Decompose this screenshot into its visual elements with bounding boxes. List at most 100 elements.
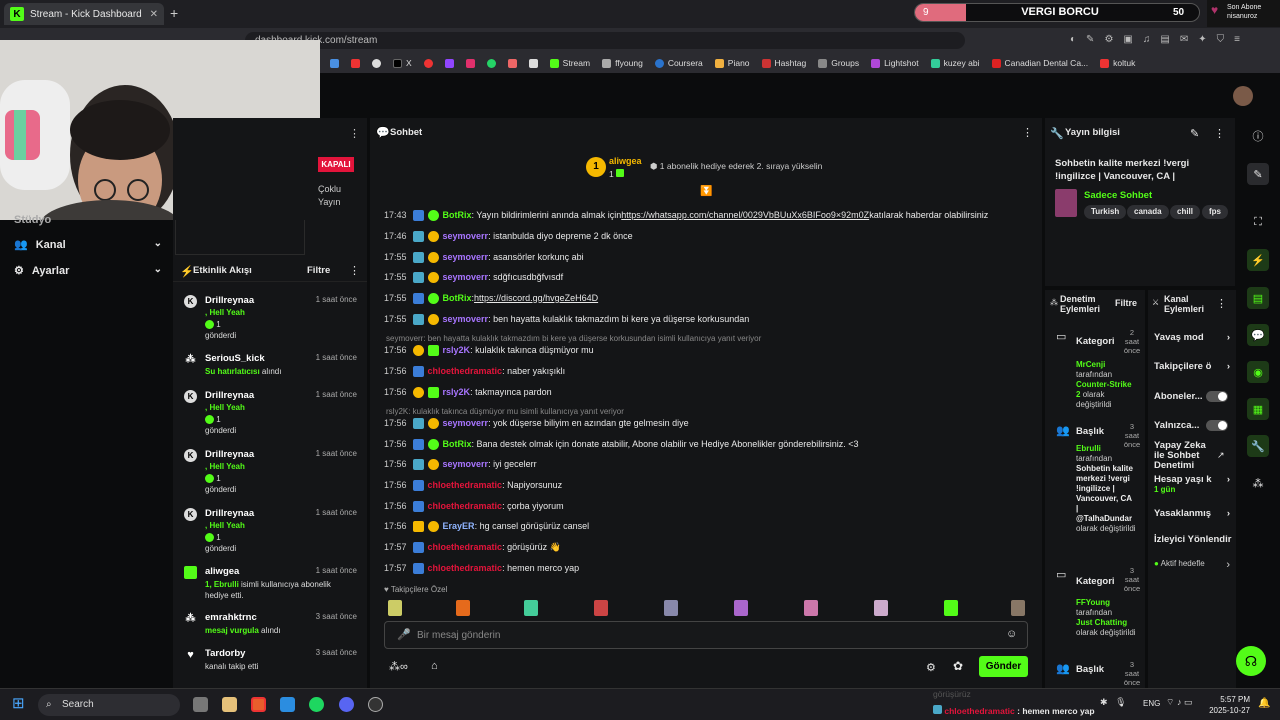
info-icon[interactable]: ⓘ — [1247, 125, 1269, 147]
extension-icon[interactable]: ✦ — [1198, 34, 1206, 45]
chat-message[interactable]: 17:56 ErayER: hg cansel görüşürüz cansel — [384, 518, 589, 534]
chat-message[interactable]: 17:56 rsly2K: takmayınca pardon — [384, 384, 552, 400]
bookmark[interactable] — [372, 58, 381, 68]
tag[interactable]: chill — [1170, 205, 1201, 219]
bookmark[interactable] — [528, 58, 538, 68]
chat-username[interactable]: chloethedramatic — [428, 366, 503, 376]
chat-message[interactable]: 17:56 chloethedramatic: naber yakışıklı — [384, 363, 565, 379]
more-icon[interactable]: ⋮ — [1214, 127, 1225, 140]
sidebar-icon[interactable]: ▤ — [1160, 34, 1169, 45]
chat-username[interactable]: rsly2K — [443, 345, 471, 355]
action-emotes-only[interactable]: Yalnızca... — [1154, 420, 1232, 431]
chat-username[interactable]: seymoverr — [443, 272, 489, 282]
infinity-icon[interactable]: ⁂∞ — [389, 660, 408, 673]
photos-icon[interactable] — [280, 697, 295, 712]
notification-icon[interactable]: 🔔 — [1258, 698, 1270, 709]
language-indicator[interactable]: ENG — [1143, 699, 1160, 708]
chat-message[interactable]: 17:56 seymoverr: yok düşerse biliyim en a… — [384, 415, 689, 431]
chat-username[interactable]: seymoverr — [443, 314, 489, 324]
bookmark-lightshot[interactable]: Lightshot — [871, 58, 919, 68]
action-raid[interactable]: İzleyici Yönlendir — [1154, 534, 1236, 545]
windows-start-icon[interactable]: ⊞ — [12, 696, 28, 712]
chat-username[interactable]: seymoverr — [443, 418, 489, 428]
support-chat-button[interactable]: ☊ — [1236, 646, 1266, 676]
share-icon[interactable]: ⁂ — [1247, 472, 1269, 494]
task-view-icon[interactable] — [193, 697, 208, 712]
chat-username[interactable]: BotRix — [443, 439, 472, 449]
menu-icon[interactable]: ≡ — [1234, 34, 1240, 45]
scroll-down-icon[interactable]: ⏬ — [700, 186, 712, 197]
chat-username[interactable]: seymoverr — [443, 252, 489, 262]
bookmark-groups[interactable]: Groups — [818, 58, 859, 68]
notes-icon[interactable]: ▤ — [1247, 287, 1269, 309]
emote-icon[interactable] — [1011, 600, 1025, 616]
emote-icon[interactable] — [388, 600, 402, 616]
chat-message[interactable]: 17:55 BotRix: https://discord.gg/hvgeZeH6… — [384, 290, 598, 306]
message-link[interactable]: https://whatsapp.com/channel/0029VbBUuXx… — [621, 210, 869, 220]
emote-icon[interactable] — [664, 600, 678, 616]
chat-message[interactable]: 17:56 chloethedramatic: Napiyorsunuz — [384, 477, 562, 493]
bookmark-hashtag[interactable]: Hashtag — [761, 58, 806, 68]
bookmark[interactable] — [351, 58, 360, 68]
bookmark-piano[interactable]: Piano — [714, 58, 750, 68]
edit-icon[interactable]: ✎ — [1190, 127, 1199, 140]
toggle-switch[interactable] — [1206, 420, 1228, 431]
action-banned[interactable]: Yasaklanmış › — [1154, 508, 1232, 519]
emote-icon[interactable] — [734, 600, 748, 616]
fullscreen-icon[interactable]: ⛶ — [1247, 211, 1269, 233]
chat-message[interactable]: 17:57 chloethedramatic: hemen merco yap — [384, 560, 579, 576]
browser-tab[interactable]: K Stream - Kick Dashboard ✕ — [4, 3, 164, 25]
action-active-goals[interactable]: ● Aktif hedefle › — [1154, 559, 1232, 571]
network-volume-icons[interactable]: ⌔ ♪ ▭ — [1166, 697, 1192, 708]
mod-filter-button[interactable]: Filtre — [1115, 298, 1137, 308]
chat-username[interactable]: chloethedramatic — [428, 563, 503, 573]
tag[interactable]: fps — [1202, 205, 1228, 219]
chat-username[interactable]: chloethedramatic — [428, 480, 503, 490]
nav-item-ayarlar[interactable]: ⚙ Ayarlar ⌄ — [14, 264, 162, 277]
external-link-icon[interactable]: ↗ — [1217, 450, 1225, 461]
chat-message[interactable]: 17:46 seymoverr: istanbulda diyo depreme … — [384, 228, 633, 244]
extension-icon[interactable]: ⚙ — [1104, 34, 1113, 45]
bookmark-kuzey[interactable]: kuzey abi — [930, 58, 980, 68]
gear-icon[interactable]: ⚙ — [926, 661, 936, 674]
emote-icon[interactable] — [456, 600, 470, 616]
chat-message[interactable]: 17:43 BotRix: Yayın bildirimlerini anında… — [384, 207, 988, 223]
bookmark-stream[interactable]: Stream — [549, 58, 590, 68]
obs-icon[interactable] — [368, 697, 383, 712]
action-account-age[interactable]: Hesap yaşı k › 1 gün — [1154, 474, 1232, 494]
chat-username[interactable]: chloethedramatic — [428, 501, 503, 511]
emote-icon[interactable] — [804, 600, 818, 616]
bookmark-dental[interactable]: Canadian Dental Ca... — [991, 58, 1088, 68]
category-name[interactable]: Sadece Sohbet — [1084, 190, 1152, 201]
chat-username[interactable]: chloethedramatic — [428, 542, 503, 552]
chat-message[interactable]: 17:56 chloethedramatic: çorba yiyorum — [384, 498, 564, 514]
tray-icon[interactable]: ✱ — [1100, 697, 1108, 707]
action-followers-only[interactable]: Takipçilere ö › — [1154, 361, 1232, 372]
microphone-icon[interactable]: 🎙 — [1115, 697, 1126, 707]
discord-icon[interactable] — [339, 697, 354, 712]
broadcast-icon[interactable]: ◉ — [1247, 361, 1269, 383]
store-icon[interactable]: ⌂ — [431, 660, 438, 672]
shield-icon[interactable]: ⛉ — [1217, 34, 1225, 45]
taskbar-clock[interactable]: 5:57 PM 2025-10-27 — [1208, 694, 1250, 716]
bookmark-koltuk[interactable]: koltuk — [1100, 58, 1135, 68]
user-avatar[interactable] — [1233, 86, 1253, 106]
extension-icon[interactable]: ▣ — [1123, 34, 1132, 45]
chat-username[interactable]: ErayER — [443, 521, 475, 531]
tag[interactable]: canada — [1127, 205, 1169, 219]
chat-username[interactable]: rsly2K — [443, 387, 471, 397]
bookmark-x[interactable]: X — [393, 58, 412, 68]
event-filter-button[interactable]: Filtre — [307, 265, 330, 276]
emote-picker-icon[interactable]: ✿ — [953, 659, 963, 673]
action-subscribers-only[interactable]: Aboneler... — [1154, 391, 1232, 402]
bookmark[interactable] — [444, 58, 454, 68]
extension-icon[interactable]: ✉ — [1180, 34, 1188, 45]
spotify-icon[interactable] — [309, 697, 324, 712]
close-tab-icon[interactable]: ✕ — [150, 9, 158, 20]
more-icon[interactable]: ⋮ — [349, 127, 360, 140]
emote-icon[interactable] — [524, 600, 538, 616]
chat-message[interactable]: 17:56 rsly2K: kulaklık takınca düşmüyor m… — [384, 342, 594, 358]
send-button[interactable]: Gönder — [979, 656, 1028, 677]
chat-message[interactable]: 17:57 chloethedramatic: görüşürüz 👋 — [384, 539, 561, 555]
chat-message[interactable]: 17:56 seymoverr: iyi gecelerr — [384, 456, 537, 472]
